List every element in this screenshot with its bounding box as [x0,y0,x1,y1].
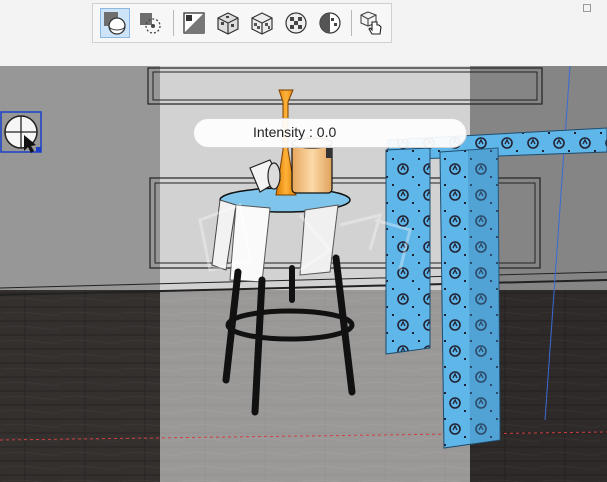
textured-sphere-button[interactable] [281,8,311,38]
light-sphere-button[interactable] [100,8,130,38]
light-handle-icon[interactable] [0,111,42,155]
toolbar [0,0,607,67]
hand-cube-icon [360,11,382,35]
light-sphere-icon [104,12,126,35]
move-light-icon [140,13,161,34]
3d-viewport[interactable]: Intensity : 0.0 [0,66,607,482]
textured-cube-icon [217,12,239,35]
window-corner-icon [583,4,591,12]
textured-cube-alt-button[interactable] [247,8,277,38]
hand-cube-button[interactable] [357,8,387,38]
textured-cube-button[interactable] [213,8,243,38]
split-sphere-button[interactable] [315,8,345,38]
tool-group [92,3,392,43]
material-swatch-icon [183,12,205,34]
textured-sphere-icon [285,12,307,34]
split-sphere-icon [319,12,341,34]
textured-cube-alt-icon [251,12,273,35]
material-swatch-button[interactable] [179,8,209,38]
move-light-button[interactable] [135,8,165,38]
intensity-label: Intensity : 0.0 [253,124,337,140]
